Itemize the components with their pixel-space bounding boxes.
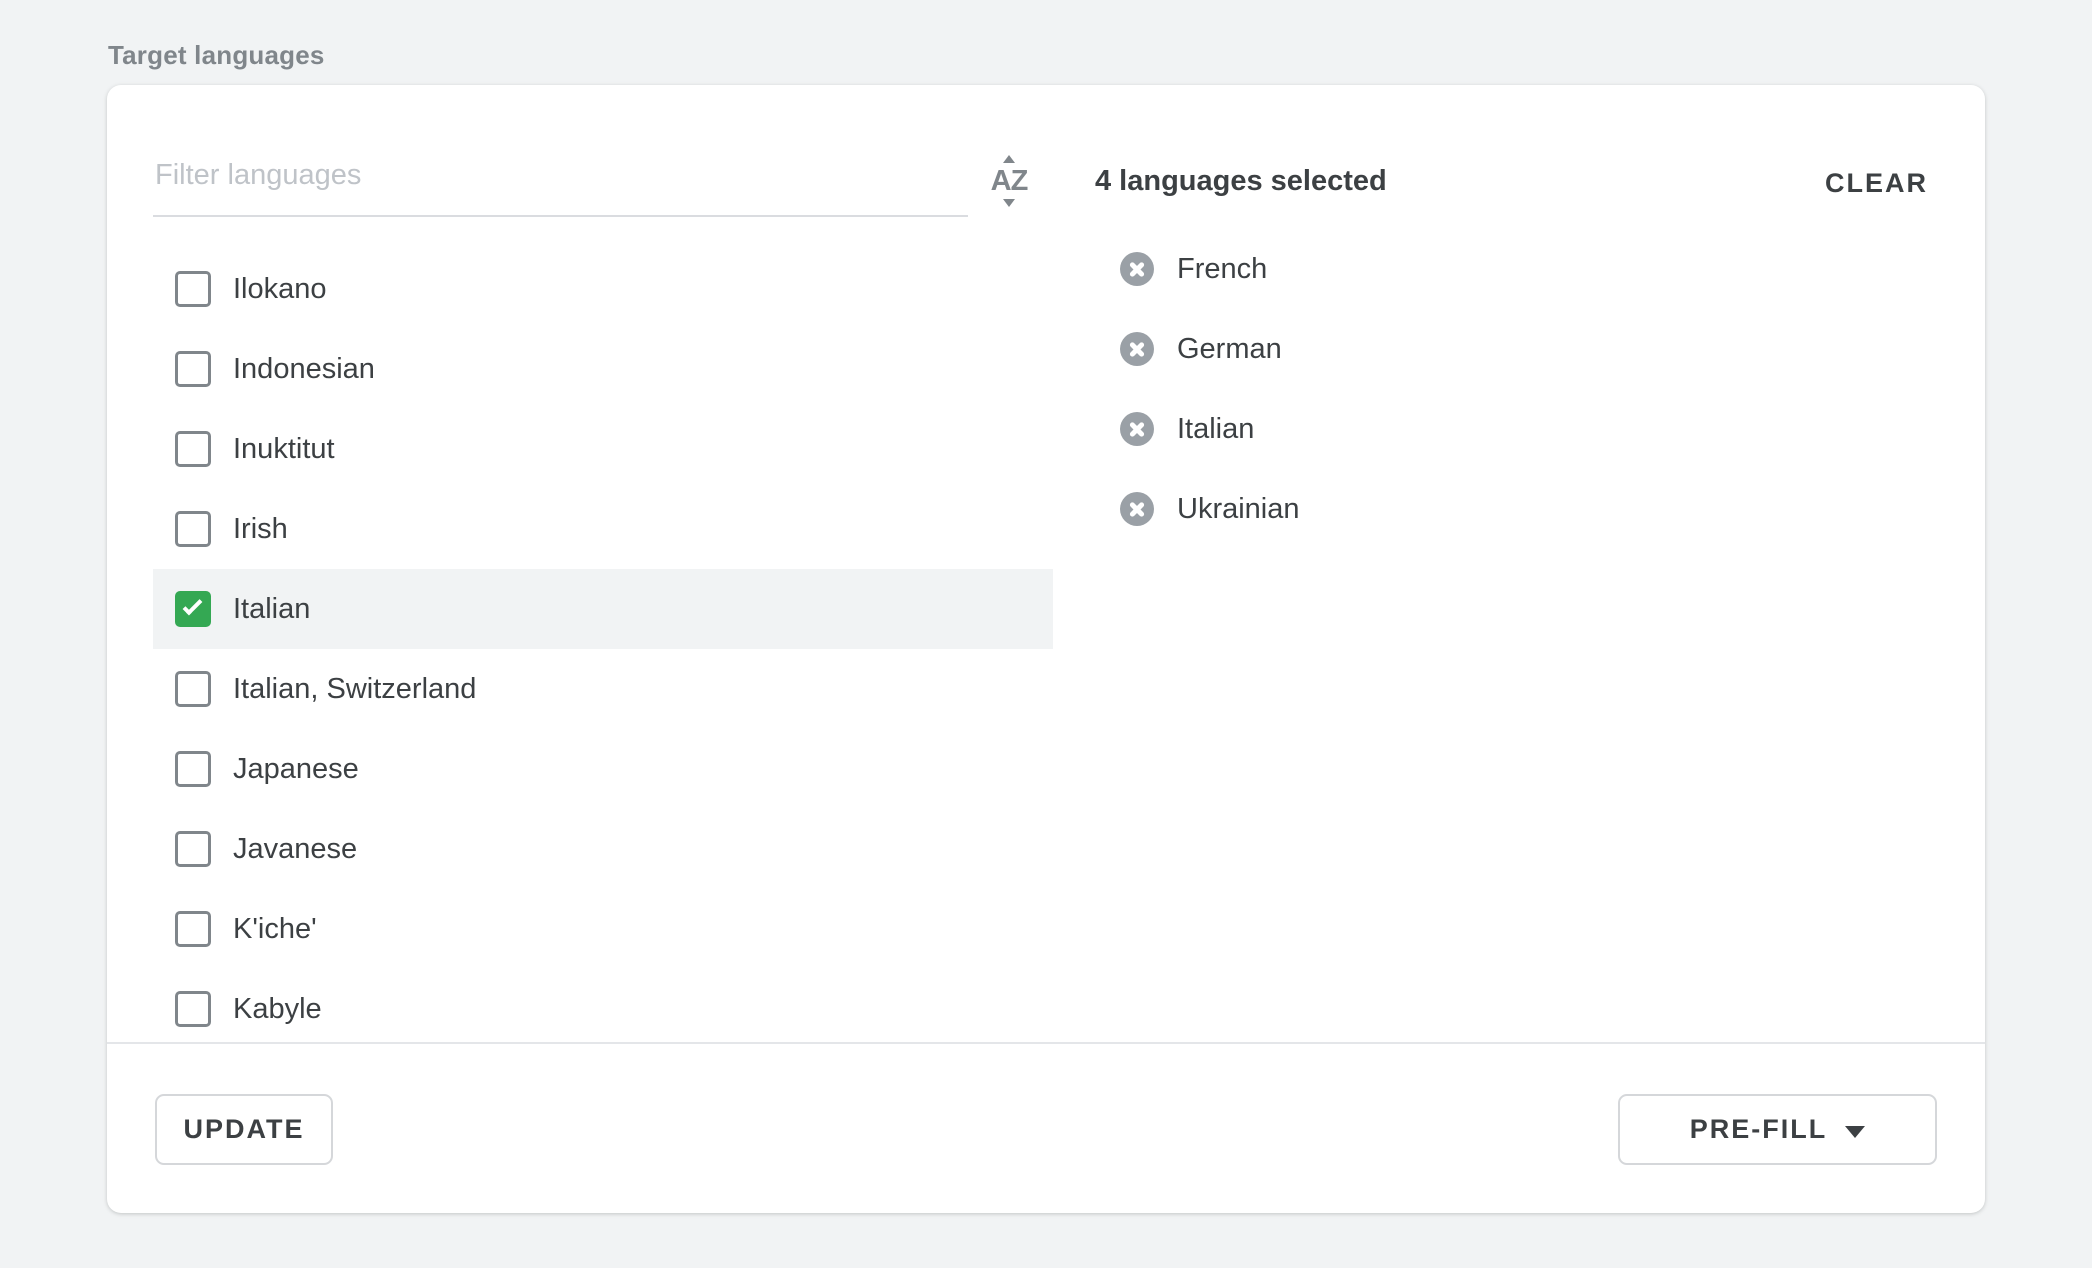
chevron-down-icon <box>1845 1126 1865 1138</box>
clear-button[interactable]: CLEAR <box>1825 168 1928 199</box>
language-label: Irish <box>233 513 288 546</box>
selected-language-row: Italian <box>1120 389 1300 469</box>
checkbox-icon[interactable] <box>175 431 211 467</box>
language-row[interactable]: Italian <box>153 569 1053 649</box>
selected-language-label: Ukrainian <box>1177 493 1300 526</box>
language-row[interactable]: Inuktitut <box>153 409 1053 489</box>
checkbox-icon[interactable] <box>175 831 211 867</box>
checkbox-icon[interactable] <box>175 671 211 707</box>
prefill-button[interactable]: PRE-FILL <box>1618 1094 1937 1165</box>
selected-language-label: French <box>1177 253 1267 286</box>
selected-language-row: Ukrainian <box>1120 469 1300 549</box>
language-label: Inuktitut <box>233 433 335 466</box>
selected-language-label: German <box>1177 333 1282 366</box>
language-label: Javanese <box>233 833 357 866</box>
checkbox-icon[interactable] <box>175 271 211 307</box>
sort-arrow-up-icon <box>1003 155 1015 163</box>
checkbox-checked-icon[interactable] <box>175 591 211 627</box>
checkbox-icon[interactable] <box>175 511 211 547</box>
language-label: Italian, Switzerland <box>233 673 476 706</box>
prefill-button-label: PRE-FILL <box>1690 1114 1828 1145</box>
remove-language-button[interactable] <box>1120 412 1154 446</box>
selected-language-label: Italian <box>1177 413 1254 446</box>
checkbox-icon[interactable] <box>175 911 211 947</box>
page-title: Target languages <box>108 40 325 71</box>
language-row[interactable]: Ilokano <box>153 249 1053 329</box>
language-row[interactable]: Indonesian <box>153 329 1053 409</box>
language-label: Japanese <box>233 753 359 786</box>
sort-arrow-down-icon <box>1003 199 1015 207</box>
language-label: Indonesian <box>233 353 375 386</box>
language-row[interactable]: K'iche' <box>153 889 1053 969</box>
language-row[interactable]: Irish <box>153 489 1053 569</box>
sort-az-letters: AZ <box>991 166 1028 196</box>
remove-language-button[interactable] <box>1120 332 1154 366</box>
sort-alphabetical-button[interactable]: AZ <box>979 143 1039 219</box>
selected-language-list: French German Italian Ukrainian <box>1120 229 1300 549</box>
language-label: Ilokano <box>233 273 327 306</box>
checkbox-icon[interactable] <box>175 351 211 387</box>
selected-count-label: 4 languages selected <box>1095 165 1387 198</box>
language-row[interactable]: Italian, Switzerland <box>153 649 1053 729</box>
filter-languages-input[interactable] <box>153 135 968 217</box>
checkmark-icon <box>183 596 203 616</box>
update-button[interactable]: UPDATE <box>155 1094 333 1165</box>
language-label: Italian <box>233 593 310 626</box>
selected-language-row: German <box>1120 309 1300 389</box>
language-row[interactable]: Japanese <box>153 729 1053 809</box>
remove-language-button[interactable] <box>1120 252 1154 286</box>
remove-language-button[interactable] <box>1120 492 1154 526</box>
target-languages-card: AZ Ilokano Indonesian Inuktitut Irish Italia… <box>107 85 1985 1213</box>
language-label: Kabyle <box>233 993 322 1026</box>
checkbox-icon[interactable] <box>175 991 211 1027</box>
language-row[interactable]: Javanese <box>153 809 1053 889</box>
footer-divider <box>107 1042 1985 1044</box>
selected-language-row: French <box>1120 229 1300 309</box>
language-list: Ilokano Indonesian Inuktitut Irish Italian It… <box>153 249 1053 1042</box>
checkbox-icon[interactable] <box>175 751 211 787</box>
language-row[interactable]: Kabyle <box>153 969 1053 1042</box>
language-label: K'iche' <box>233 913 317 946</box>
